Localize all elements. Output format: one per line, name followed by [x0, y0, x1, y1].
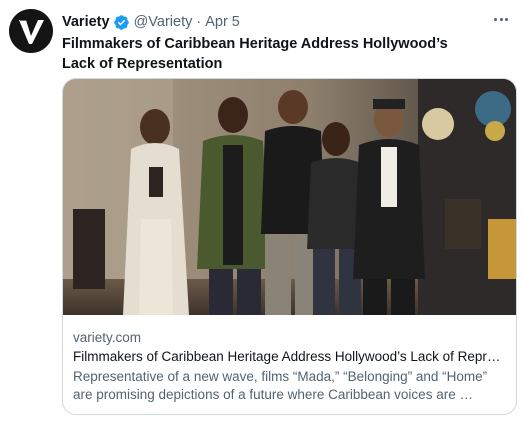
link-card[interactable]: variety.com Filmmakers of Caribbean Heri…: [62, 78, 517, 415]
card-domain: variety.com: [73, 330, 142, 345]
more-options-icon[interactable]: [491, 11, 511, 27]
tweet-date[interactable]: Apr 5: [205, 14, 240, 30]
user-handle[interactable]: @Variety: [134, 14, 193, 30]
separator-dot: ·: [196, 14, 202, 30]
card-description: Representative of a new wave, films “Mad…: [73, 369, 488, 402]
tweet-text: Filmmakers of Caribbean Heritage Address…: [62, 36, 448, 72]
card-title: Filmmakers of Caribbean Heritage Address…: [73, 349, 506, 364]
tweet-header: Variety @Variety · Apr 5: [62, 12, 483, 32]
verified-badge-icon: [113, 14, 130, 31]
group-photo: [63, 79, 516, 315]
tweet: Variety @Variety · Apr 5 Filmmakers of C…: [0, 0, 523, 422]
card-image: [63, 79, 516, 315]
card-body: variety.com Filmmakers of Caribbean Heri…: [73, 329, 506, 404]
avatar[interactable]: [9, 9, 53, 53]
variety-logo-icon: [9, 9, 53, 53]
display-name[interactable]: Variety: [62, 14, 110, 30]
